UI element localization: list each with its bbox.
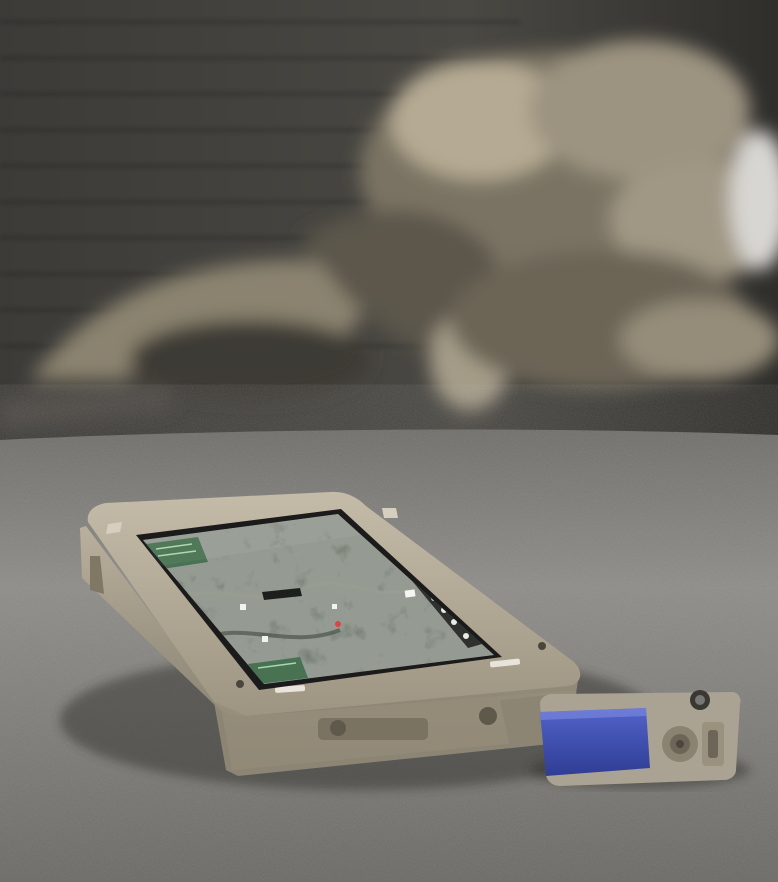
map-marker [262,636,268,642]
map-marker [404,589,416,598]
map-marker [332,604,337,609]
scene-illustration [0,0,778,882]
map-marker [240,604,246,610]
map-marker [335,621,341,627]
screw-icon [236,680,244,688]
screw-icon [330,720,346,736]
screw-icon [538,642,546,650]
usb-dongle [500,690,750,788]
toolbar-icon[interactable] [463,633,469,639]
photo-scene [0,0,778,882]
screw-icon [479,707,497,725]
